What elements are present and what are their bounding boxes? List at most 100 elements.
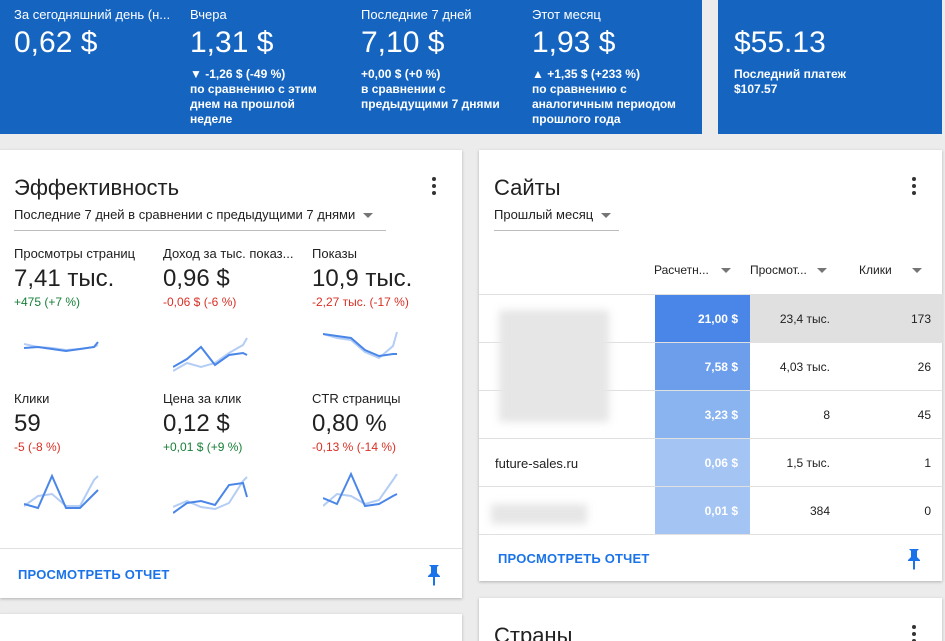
- stat-delta: ▼ -1,26 $ (-49 %) по сравнению с этим дн…: [190, 67, 340, 127]
- performance-title: Эффективность: [14, 175, 180, 200]
- metric-label: Цена за клик: [163, 391, 242, 406]
- performance-report-link[interactable]: ПРОСМОТРЕТЬ ОТЧЕТ: [18, 567, 170, 582]
- sparkline-pageviews: [24, 341, 99, 353]
- sparkline-clicks: [24, 473, 99, 510]
- metric-value: 10,9 тыс.: [312, 265, 413, 292]
- views-cell: 23,4 тыс.: [750, 295, 842, 343]
- stat-label: Вчера: [190, 7, 227, 22]
- stat-label: Этот месяц: [532, 7, 601, 22]
- performance-period-label: Последние 7 дней в сравнении с предыдущи…: [14, 207, 356, 222]
- redacted-site-names: [499, 310, 609, 422]
- countries-title: Страны: [494, 623, 573, 641]
- metric-rpm[interactable]: Доход за тыс. показ... 0,96 $ -0,06 $ (-…: [163, 246, 308, 309]
- metric-label: CTR страницы: [312, 391, 401, 406]
- column-header-views[interactable]: Просмот...: [750, 263, 827, 277]
- stat-compare: по сравнению с этим днем на прошлой неде…: [190, 82, 317, 126]
- metric-value: 7,41 тыс.: [14, 265, 115, 292]
- sites-period-select[interactable]: Прошлый месяц: [494, 207, 619, 231]
- clicks-cell: 26: [917, 360, 931, 374]
- views-cell: 1,5 тыс.: [786, 456, 830, 470]
- stat-delta-value: +0,00 $ (+0 %): [361, 67, 441, 81]
- table-row[interactable]: future-sales.ru 0,06 $ 1,5 тыс. 1: [479, 438, 943, 487]
- countries-card: Страны: [479, 598, 942, 641]
- revenue-cell: 0,01 $: [655, 487, 750, 535]
- redacted-site-name: [491, 504, 587, 524]
- metric-value: 59: [14, 410, 41, 437]
- stat-delta-value: ▼ -1,26 $ (-49 %): [190, 67, 286, 81]
- sites-report-link[interactable]: ПРОСМОТРЕТЬ ОТЧЕТ: [498, 551, 650, 566]
- clicks-cell: 45: [917, 408, 931, 422]
- performance-card: Эффективность Последние 7 дней в сравнен…: [0, 150, 462, 598]
- sort-icon: [720, 268, 731, 274]
- pin-icon[interactable]: [426, 564, 442, 586]
- card-divider: [479, 534, 942, 535]
- metric-label: Клики: [14, 391, 50, 406]
- sites-period-label: Прошлый месяц: [494, 207, 594, 222]
- stat-value: 0,62 $: [14, 26, 98, 59]
- metric-delta: +0,01 $ (+9 %): [163, 440, 243, 454]
- last-payment-label: Последний платеж: [734, 67, 847, 81]
- card-divider: [0, 548, 462, 549]
- stat-value: 1,31 $: [190, 26, 274, 59]
- metric-label: Показы: [312, 246, 357, 261]
- more-options-icon[interactable]: [904, 624, 924, 641]
- pin-icon[interactable]: [906, 548, 922, 570]
- metric-label: Просмотры страниц: [14, 246, 136, 261]
- views-cell: 384: [809, 504, 830, 518]
- stat-delta: ▲ +1,35 $ (+233 %) по сравнению с аналог…: [532, 67, 682, 127]
- metric-delta: +475 (+7 %): [14, 295, 81, 309]
- clicks-cell: 0: [924, 504, 931, 518]
- earnings-summary-banner: За сегодняшний день (н... 0,62 $ Вчера 1…: [0, 0, 702, 134]
- stat-label: За сегодняшний день (н...: [14, 7, 171, 22]
- revenue-cell: 3,23 $: [655, 391, 750, 439]
- chevron-down-icon: [363, 213, 374, 219]
- metric-delta: -2,27 тыс. (-17 %): [312, 295, 409, 309]
- sort-icon: [816, 268, 827, 274]
- stat-value: 7,10 $: [361, 26, 445, 59]
- more-options-icon[interactable]: [904, 176, 924, 196]
- stat-label: Последние 7 дней: [361, 7, 472, 22]
- metric-delta: -0,06 $ (-6 %): [163, 295, 237, 309]
- metric-delta: -0,13 % (-14 %): [312, 440, 397, 454]
- column-header-clicks[interactable]: Клики: [859, 263, 922, 277]
- stat-delta-value: ▲ +1,35 $ (+233 %): [532, 67, 640, 81]
- column-header-label: Клики: [859, 263, 892, 277]
- stat-compare: в сравнении с предыдущими 7 днями: [361, 82, 500, 111]
- balance-value: $55.13: [734, 26, 826, 59]
- stat-value: 1,93 $: [532, 26, 616, 59]
- metric-value: 0,12 $: [163, 410, 230, 437]
- sparkline-rpm: [173, 337, 248, 372]
- metric-clicks[interactable]: Клики 59 -5 (-8 %): [14, 391, 159, 454]
- metric-pageviews[interactable]: Просмотры страниц 7,41 тыс. +475 (+7 %): [14, 246, 159, 309]
- metric-value: 0,96 $: [163, 265, 230, 292]
- balance-banner[interactable]: $55.13 Последний платеж $107.57: [718, 0, 942, 134]
- last-payment-amount: $107.57: [734, 82, 778, 96]
- more-options-icon[interactable]: [424, 176, 444, 196]
- last-payment: Последний платеж $107.57: [734, 67, 846, 97]
- chevron-down-icon: [601, 213, 612, 219]
- column-header-label: Просмот...: [750, 263, 807, 277]
- revenue-cell: 0,06 $: [655, 439, 750, 487]
- sparkline-impressions: [323, 331, 398, 360]
- clicks-cell: 1: [924, 456, 931, 470]
- sparkline-ctr: [323, 471, 398, 508]
- stat-delta: +0,00 $ (+0 %) в сравнении с предыдущими…: [361, 67, 511, 112]
- bottom-left-card: [0, 614, 462, 641]
- metric-label: Доход за тыс. показ...: [163, 246, 294, 261]
- views-cell: 8: [823, 408, 830, 422]
- sites-card: Сайты Прошлый месяц Расчетн... Просмот..…: [479, 150, 943, 581]
- metric-cpc[interactable]: Цена за клик 0,12 $ +0,01 $ (+9 %): [163, 391, 308, 454]
- metric-delta: -5 (-8 %): [14, 440, 61, 454]
- metric-value: 0,80 %: [312, 410, 387, 437]
- column-header-label: Расчетн...: [654, 263, 709, 277]
- metric-ctr[interactable]: CTR страницы 0,80 % -0,13 % (-14 %): [312, 391, 457, 454]
- views-cell: 4,03 тыс.: [779, 360, 830, 374]
- clicks-cell: 173: [842, 295, 943, 343]
- revenue-cell: 7,58 $: [655, 343, 750, 391]
- column-header-revenue[interactable]: Расчетн...: [654, 263, 731, 277]
- stat-compare: по сравнению с аналогичным периодом прош…: [532, 82, 676, 126]
- site-name[interactable]: future-sales.ru: [495, 439, 645, 487]
- sort-icon: [911, 268, 922, 274]
- performance-period-select[interactable]: Последние 7 дней в сравнении с предыдущи…: [14, 207, 386, 231]
- metric-impressions[interactable]: Показы 10,9 тыс. -2,27 тыс. (-17 %): [312, 246, 457, 309]
